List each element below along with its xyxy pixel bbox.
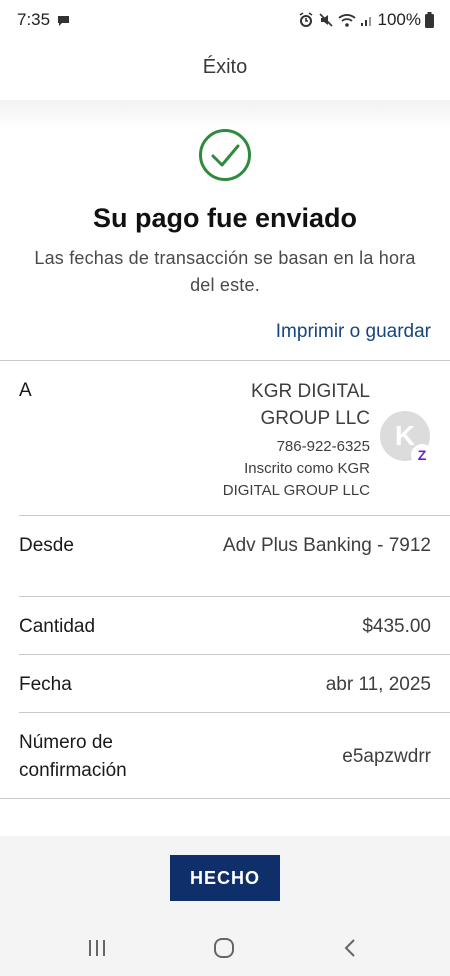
print-or-save-link[interactable]: Imprimir o guardar [276,321,431,343]
status-time: 7:35 [17,10,51,29]
date-value: abr 11, 2025 [325,674,431,695]
recipient-name-line2: GROUP LLC [260,408,370,429]
confirmation-number-value: e5apzwdrr [342,746,431,767]
top-bar: Éxito [0,42,450,100]
page-title: Éxito [202,56,248,78]
confirmation-number-label-line1: Número de [19,732,113,753]
back-icon[interactable] [335,934,365,962]
divider [19,654,450,655]
amount-label: Cantidad [19,616,96,637]
divider [0,360,450,361]
divider [19,596,450,597]
date-label: Fecha [19,674,72,695]
done-button[interactable]: HECHO [170,855,280,901]
divider [0,798,450,799]
divider [19,515,450,516]
recipient-enrolled-line2: DIGITAL GROUP LLC [222,482,370,499]
recipient-name-line1: KGR DIGITAL [251,381,370,402]
confirmation-number-label: Número de confirmación [19,729,127,785]
wifi-icon [337,12,356,28]
zelle-badge-icon: Z [411,444,433,466]
battery-percent: 100% [377,10,421,29]
success-headline: Su pago fue enviado [92,203,358,233]
amount-value: $435.00 [362,616,431,637]
status-bar: 7:35 100% [0,0,450,42]
alarm-icon [298,12,314,28]
timezone-note: Las fechas de transacción se basan en la… [34,248,416,295]
recipient-enrolled-line1: Inscrito como KGR [244,460,370,477]
from-label: Desde [19,535,74,556]
system-nav-bar [0,920,450,976]
from-account: Adv Plus Banking - 7912 [222,535,431,556]
status-icons: 100% [298,10,434,30]
message-icon [57,14,70,32]
recent-apps-icon[interactable] [82,934,112,962]
recipient-details: KGR DIGITAL GROUP LLC 786-922-6325 Inscr… [150,378,370,502]
signal-icon [360,13,374,27]
home-icon[interactable] [209,934,239,962]
check-circle-icon [199,129,251,181]
to-label: A [19,380,32,401]
recipient-phone: 786-922-6325 [276,438,370,455]
mute-icon [318,12,334,28]
divider [19,712,450,713]
header-shadow [0,100,450,130]
confirmation-number-label-line2: confirmación [19,760,127,781]
battery-icon [425,12,434,28]
